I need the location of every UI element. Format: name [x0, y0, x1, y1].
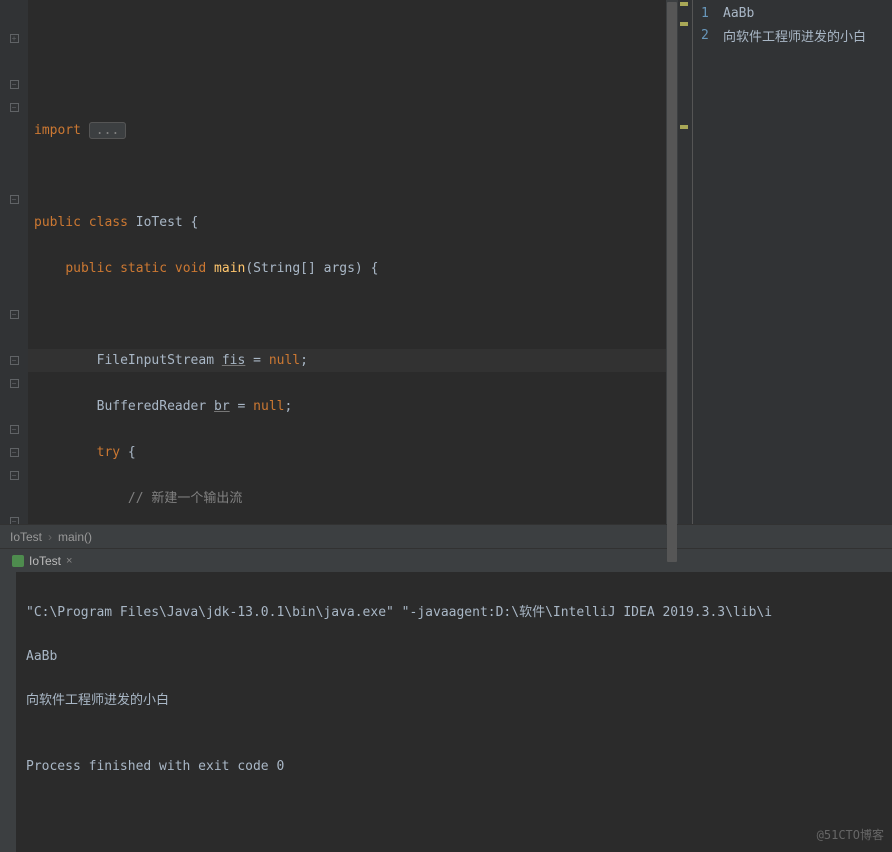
warning-marker[interactable]: [680, 2, 688, 6]
keyword: import: [34, 123, 81, 138]
watermark: @51CTO博客: [817, 824, 884, 846]
breadcrumb-method[interactable]: main(): [58, 530, 92, 544]
console-tab-label: IoTest: [29, 554, 61, 568]
fold-plus-icon[interactable]: +: [10, 34, 19, 43]
chevron-right-icon: ›: [48, 530, 52, 544]
warning-marker[interactable]: [680, 125, 688, 129]
editor-scrollbar[interactable]: [666, 0, 678, 524]
fold-minus-icon[interactable]: −: [10, 425, 19, 434]
console-line: Process finished with exit code 0: [26, 756, 882, 778]
fold-minus-icon[interactable]: −: [10, 103, 19, 112]
fold-minus-icon[interactable]: −: [10, 471, 19, 480]
right-panel: 1 AaBb 2 向软件工程师进发的小白: [692, 0, 892, 524]
warning-marker[interactable]: [680, 22, 688, 26]
import-fold[interactable]: ...: [89, 122, 126, 139]
right-panel-row[interactable]: 2 向软件工程师进发的小白: [693, 24, 892, 46]
editor-area: + − − − − − − − − − − − − − − − import .…: [0, 0, 892, 524]
fold-minus-icon[interactable]: −: [10, 310, 19, 319]
row-text: AaBb: [723, 6, 754, 21]
console-line: AaBb: [26, 646, 882, 668]
console-line: 向软件工程师进发的小白: [26, 690, 882, 712]
fold-minus-icon[interactable]: −: [10, 356, 19, 365]
code-editor[interactable]: import ... public class IoTest { public …: [28, 0, 666, 524]
close-icon[interactable]: ×: [66, 555, 72, 567]
breadcrumb-class[interactable]: IoTest: [10, 530, 42, 544]
row-text: 向软件工程师进发的小白: [723, 26, 866, 45]
right-panel-row[interactable]: 1 AaBb: [693, 2, 892, 24]
run-config-icon: [12, 555, 24, 567]
fold-minus-icon[interactable]: −: [10, 80, 19, 89]
console-line: "C:\Program Files\Java\jdk-13.0.1\bin\ja…: [26, 602, 882, 624]
editor-gutter: + − − − − − − − − − − − − − − −: [0, 0, 28, 524]
fold-minus-icon[interactable]: −: [10, 195, 19, 204]
row-number: 2: [701, 28, 713, 43]
console-tab-bar: IoTest ×: [0, 548, 892, 572]
console-gutter: [0, 572, 16, 852]
fold-minus-icon[interactable]: −: [10, 379, 19, 388]
fold-minus-icon[interactable]: −: [10, 448, 19, 457]
breadcrumb: IoTest › main(): [0, 524, 892, 548]
console-output[interactable]: "C:\Program Files\Java\jdk-13.0.1\bin\ja…: [16, 572, 892, 852]
marker-strip: [678, 0, 692, 524]
console-tab[interactable]: IoTest ×: [4, 552, 80, 570]
row-number: 1: [701, 6, 713, 21]
console-body: "C:\Program Files\Java\jdk-13.0.1\bin\ja…: [0, 572, 892, 852]
